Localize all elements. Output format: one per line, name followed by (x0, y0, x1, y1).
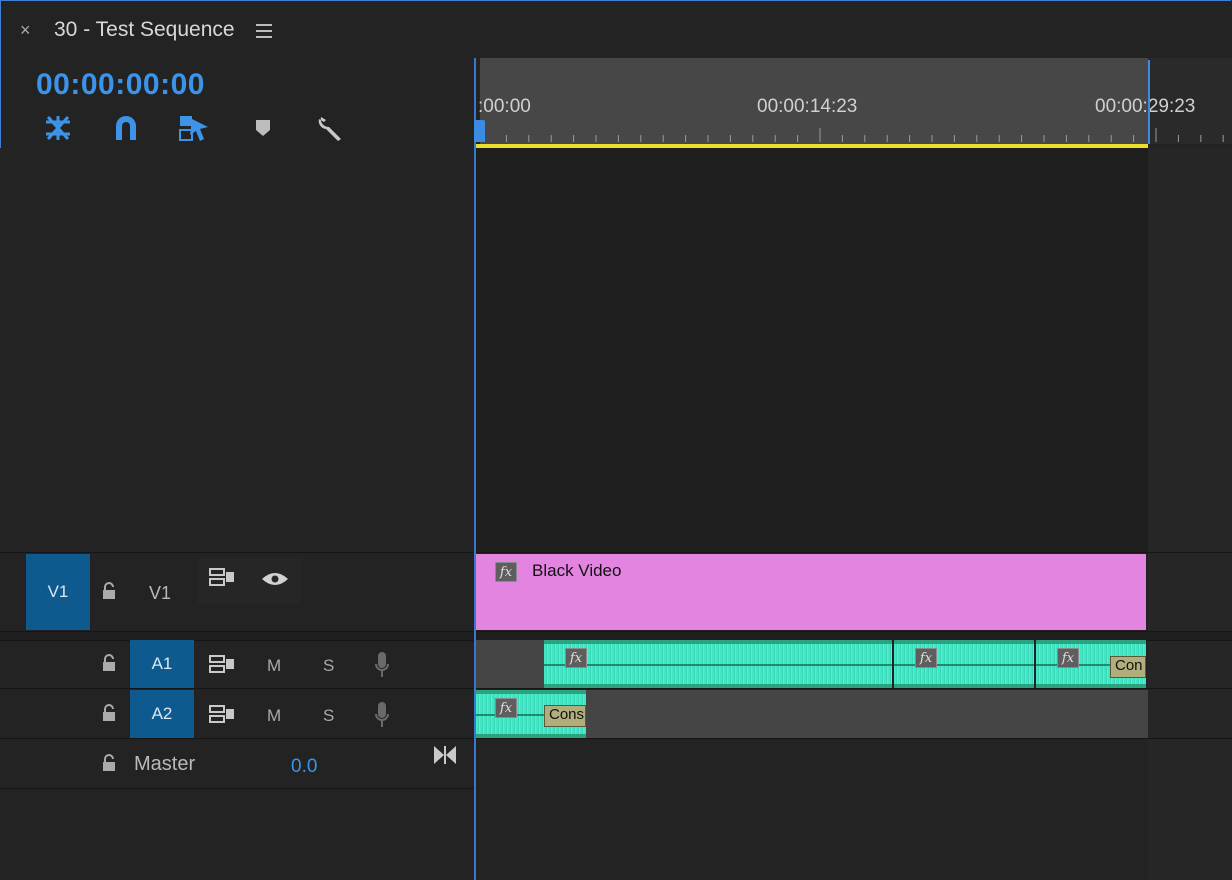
fx-badge: fx (915, 648, 937, 668)
toggle-sync-icon[interactable] (209, 654, 235, 679)
mute-button-a1[interactable]: M (267, 656, 281, 676)
ruler-ticks (483, 128, 1224, 142)
ruler-label-mid: 00:00:14:23 (757, 96, 858, 117)
timeline-beyond-end (1148, 148, 1232, 880)
playhead-line[interactable] (474, 58, 476, 880)
master-track-label: Master (134, 753, 196, 775)
ripple-edit-icon[interactable] (42, 112, 74, 144)
clip-name: Black Video (532, 561, 622, 580)
solo-button-a2[interactable]: S (323, 706, 334, 726)
fx-badge: fx (495, 562, 517, 582)
divider (0, 552, 1232, 553)
playhead-timecode[interactable]: 00:00:00:00 (36, 68, 205, 102)
solo-button-a1[interactable]: S (323, 656, 334, 676)
track-headers-pane (0, 148, 474, 880)
lock-icon[interactable] (101, 753, 117, 773)
sequence-title: 30 - Test Sequence (54, 18, 235, 41)
mic-icon[interactable] (374, 651, 390, 684)
audio-clip[interactable] (544, 640, 892, 688)
master-volume-value[interactable]: 0.0 (291, 756, 317, 778)
track-target-a1[interactable]: A1 (130, 640, 194, 688)
lock-icon[interactable] (101, 703, 117, 723)
a2-empty-region (586, 690, 1148, 738)
fx-badge: fx (1057, 648, 1079, 668)
close-icon[interactable]: × (20, 20, 31, 40)
linked-selection-icon[interactable] (178, 112, 210, 144)
divider (0, 738, 1232, 739)
snap-magnet-icon[interactable] (110, 112, 142, 144)
video-track-empty-area (476, 148, 1148, 552)
eye-icon[interactable] (261, 571, 289, 592)
toggle-sync-icon[interactable] (209, 567, 235, 592)
divider (0, 788, 476, 789)
divider (0, 688, 1232, 689)
source-patch-v1[interactable]: V1 (26, 554, 90, 630)
toggle-sync-icon[interactable] (209, 704, 235, 729)
menu-icon[interactable] (256, 24, 272, 38)
transition-label[interactable]: Con (1110, 656, 1146, 678)
ruler-label-end: 00:00:29:23 (1095, 96, 1196, 117)
lock-icon[interactable] (101, 653, 117, 673)
ruler-label-start: :00:00 (478, 96, 531, 117)
track-target-v1[interactable]: V1 (149, 583, 171, 604)
lock-icon[interactable] (101, 581, 117, 601)
track-target-a2[interactable]: A2 (130, 690, 194, 738)
mute-button-a2[interactable]: M (267, 706, 281, 726)
wrench-icon[interactable] (314, 112, 346, 144)
marker-icon[interactable] (247, 112, 279, 144)
fx-badge: fx (565, 648, 587, 668)
sequence-end-marker (1148, 60, 1150, 144)
playhead-handle[interactable] (474, 120, 485, 142)
fx-badge: fx (495, 698, 517, 718)
a1-empty-region (476, 640, 544, 688)
mic-icon[interactable] (374, 701, 390, 734)
transition-label[interactable]: Cons (544, 705, 586, 727)
bowtie-icon[interactable] (433, 745, 457, 770)
